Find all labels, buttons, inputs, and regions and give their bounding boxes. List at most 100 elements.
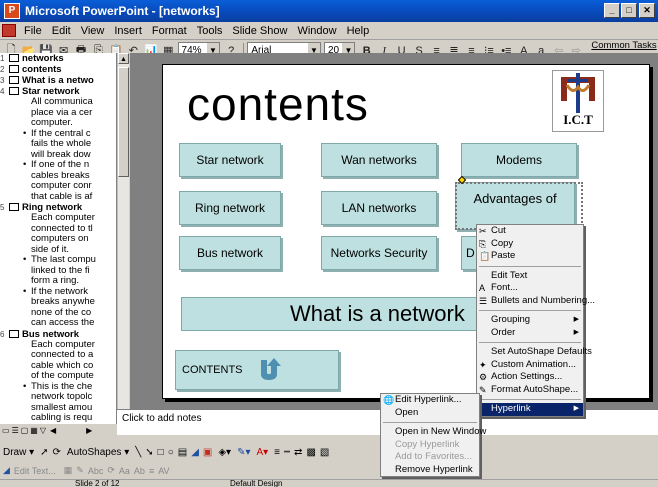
outline-bullet[interactable]: All communica bbox=[0, 96, 116, 108]
outline-scrollbar[interactable]: ▲ ▼ bbox=[117, 53, 129, 424]
outline-slide-title[interactable]: 1 networks bbox=[0, 53, 116, 64]
outline-bullet[interactable]: of the compute bbox=[0, 370, 116, 382]
menu-file[interactable]: File bbox=[19, 25, 47, 37]
edit-text-button[interactable]: Edit Text... bbox=[14, 466, 56, 476]
slide-view-icon[interactable]: ▢ bbox=[21, 426, 29, 435]
wordart-align-icon[interactable]: ≡ bbox=[149, 466, 154, 476]
sorter-view-icon[interactable]: ▦ bbox=[30, 426, 38, 435]
menu-item-format-autoshape[interactable]: ✎ Format AutoShape... bbox=[477, 384, 583, 397]
menu-tools[interactable]: Tools bbox=[192, 25, 228, 37]
document-icon[interactable] bbox=[2, 24, 16, 37]
oval-icon[interactable]: ○ bbox=[168, 447, 174, 458]
fill-color-icon[interactable]: ◈▾ bbox=[218, 447, 231, 458]
title-bar[interactable]: P Microsoft PowerPoint - [networks] _ □ … bbox=[0, 0, 658, 22]
menu-item-custom-animation[interactable]: ✦ Custom Animation... bbox=[477, 359, 583, 372]
draw-menu[interactable]: Draw ▾ bbox=[3, 447, 34, 458]
menu-item-copy-hyperlink[interactable]: Copy Hyperlink bbox=[381, 439, 479, 452]
wordart-vertical-icon[interactable]: Ab bbox=[134, 466, 145, 476]
format-wordart-icon[interactable]: ✎ bbox=[76, 465, 84, 476]
scroll-thumb[interactable] bbox=[118, 67, 129, 177]
slide-button-wan-networks[interactable]: Wan networks bbox=[321, 143, 437, 177]
slide-button-ring-network[interactable]: Ring network bbox=[179, 191, 281, 225]
select-objects-icon[interactable]: ➚ bbox=[40, 447, 48, 458]
menu-item-bullets-and-numbering[interactable]: ☰ Bullets and Numbering... bbox=[477, 295, 595, 308]
menu-item-paste[interactable]: 📋 Paste bbox=[477, 250, 583, 263]
menu-item-grouping[interactable]: Grouping ▶ bbox=[477, 314, 583, 327]
slide-button-lan-networks[interactable]: LAN networks bbox=[321, 191, 437, 225]
slide-heading[interactable]: contents bbox=[187, 77, 369, 131]
menu-window[interactable]: Window bbox=[292, 25, 341, 37]
slide-button-star-network[interactable]: Star network bbox=[179, 143, 281, 177]
dash-style-icon[interactable]: ┅ bbox=[284, 447, 290, 458]
slide-button-modems[interactable]: Modems bbox=[461, 143, 577, 177]
outline-bullet[interactable]: network topolc bbox=[0, 391, 116, 403]
menu-item-open[interactable]: Open bbox=[381, 407, 479, 420]
slide-button-networks-security[interactable]: Networks Security bbox=[321, 236, 437, 270]
menu-item-order[interactable]: Order ▶ bbox=[477, 327, 583, 340]
textbox-icon[interactable]: ▤ bbox=[178, 447, 187, 458]
outline-bullet[interactable]: fails the whole bbox=[0, 138, 116, 150]
hscroll-left-icon[interactable]: ◀ bbox=[50, 426, 56, 435]
arrow-icon[interactable]: ➘ bbox=[145, 447, 153, 458]
wordart-same-height-icon[interactable]: Aa bbox=[119, 466, 130, 476]
menu-item-font[interactable]: A Font... bbox=[477, 282, 583, 295]
outline-bullet[interactable]: that cable is af bbox=[0, 191, 116, 203]
outline-bullet[interactable]: can access the bbox=[0, 317, 116, 329]
menu-item-edit-text[interactable]: Edit Text bbox=[477, 270, 583, 283]
menu-view[interactable]: View bbox=[76, 25, 110, 37]
3d-style-icon[interactable]: ▧ bbox=[320, 447, 329, 458]
wordart-icon[interactable]: ◢ bbox=[191, 447, 199, 458]
menu-item-copy[interactable]: ⎘ Copy bbox=[477, 238, 583, 251]
menu-item-action-settings[interactable]: ⚙ Action Settings... bbox=[477, 371, 583, 384]
free-rotate-icon[interactable]: ⟳ bbox=[53, 447, 61, 458]
maximize-button[interactable]: □ bbox=[621, 3, 637, 18]
outline-bullet[interactable]: • If one of the n bbox=[0, 159, 116, 171]
outline-pane[interactable]: 1 networks 2 contents 3 What is a netwo 4 Star … bbox=[0, 53, 117, 424]
rectangle-icon[interactable]: □ bbox=[158, 447, 164, 458]
font-color-icon[interactable]: A▾ bbox=[256, 447, 268, 458]
menu-item-remove-hyperlink[interactable]: Remove Hyperlink bbox=[381, 464, 479, 477]
shadow-style-icon[interactable]: ▩ bbox=[306, 447, 315, 458]
outline-slide-title[interactable]: 6 Bus network bbox=[0, 329, 116, 340]
wordart-shape-icon[interactable]: Abc bbox=[88, 466, 104, 476]
outline-slide-title[interactable]: 3 What is a netwo bbox=[0, 75, 116, 86]
outline-bullet[interactable]: computer conr bbox=[0, 180, 116, 192]
outline-slide-title[interactable]: 2 contents bbox=[0, 64, 116, 75]
outline-bullet[interactable]: form a ring. bbox=[0, 275, 116, 287]
menu-slide-show[interactable]: Slide Show bbox=[227, 25, 292, 37]
outline-bullet[interactable]: connected to a bbox=[0, 349, 116, 361]
arrow-style-icon[interactable]: ⇄ bbox=[294, 447, 302, 458]
normal-view-icon[interactable]: ▭ bbox=[2, 426, 10, 435]
wordart-spacing-icon[interactable]: AV bbox=[158, 466, 169, 476]
line-style-icon[interactable]: ≡ bbox=[274, 447, 280, 458]
menu-item-cut[interactable]: ✂ Cut bbox=[477, 225, 583, 238]
menu-insert[interactable]: Insert bbox=[109, 25, 147, 37]
hscroll-right-icon[interactable]: ▶ bbox=[86, 426, 92, 435]
menu-item-set-autoshape-defaults[interactable]: Set AutoShape Defaults bbox=[477, 346, 592, 359]
contents-button[interactable]: CONTENTS bbox=[175, 350, 339, 390]
close-button[interactable]: ✕ bbox=[639, 3, 655, 18]
outline-bullet[interactable]: computers on bbox=[0, 233, 116, 245]
wordart-gallery-icon[interactable]: ▦ bbox=[64, 465, 73, 476]
autoshapes-menu[interactable]: AutoShapes ▾ bbox=[67, 447, 129, 458]
menu-item-hyperlink[interactable]: Hyperlink ▶ bbox=[477, 403, 583, 416]
line-icon[interactable]: ╲ bbox=[135, 447, 141, 458]
what-is-a-network-button[interactable]: What is a network bbox=[181, 297, 501, 331]
menu-item-edit-hyperlink[interactable]: 🌐 Edit Hyperlink... bbox=[381, 394, 479, 407]
menu-format[interactable]: Format bbox=[147, 25, 192, 37]
outline-bullet[interactable]: cabling is requ bbox=[0, 412, 116, 424]
menu-help[interactable]: Help bbox=[342, 25, 375, 37]
menu-item-open-in-new-window[interactable]: Open in New Window bbox=[381, 426, 486, 439]
clipart-icon[interactable]: ▣ bbox=[203, 447, 212, 458]
powerpoint-app-icon[interactable]: P bbox=[4, 3, 20, 19]
scroll-up-icon[interactable]: ▲ bbox=[118, 53, 129, 64]
line-color-icon[interactable]: ✎▾ bbox=[237, 447, 250, 458]
slide-button-bus-network[interactable]: Bus network bbox=[179, 236, 281, 270]
outline-bullet[interactable]: computer. bbox=[0, 117, 116, 129]
menu-edit[interactable]: Edit bbox=[47, 25, 76, 37]
wordart-rotate-icon[interactable]: ⟳ bbox=[107, 465, 115, 476]
slideshow-view-icon[interactable]: ▽ bbox=[40, 426, 46, 435]
outline-bullet[interactable]: breaks anywhe bbox=[0, 296, 116, 308]
outline-view-icon[interactable]: ☰ bbox=[12, 426, 19, 435]
outline-bullet[interactable]: Each computer bbox=[0, 212, 116, 224]
